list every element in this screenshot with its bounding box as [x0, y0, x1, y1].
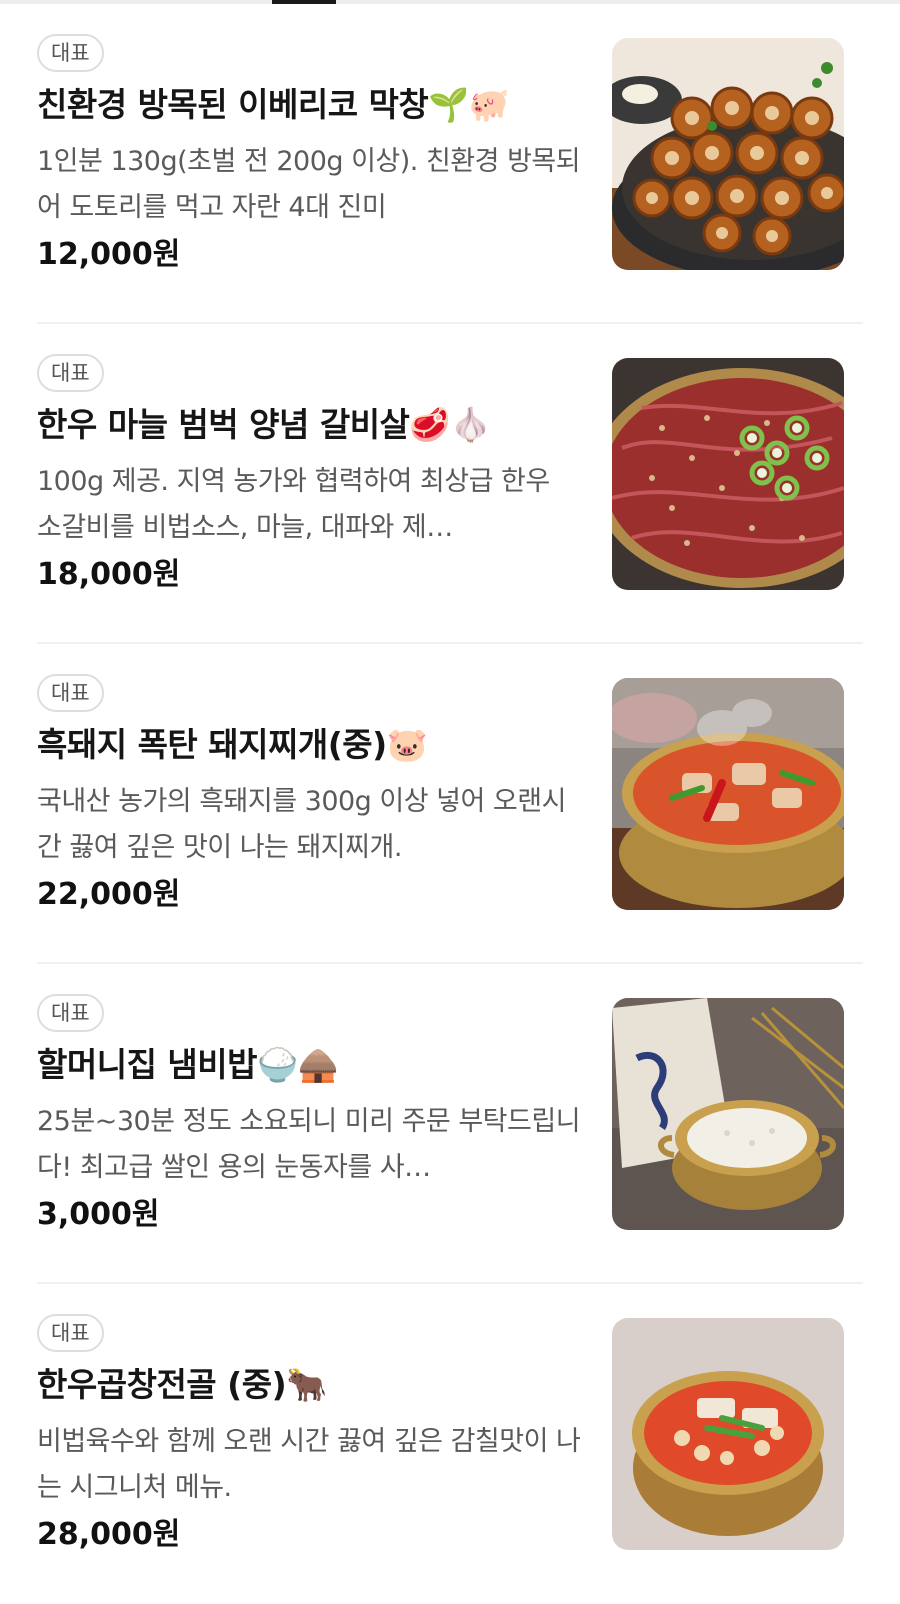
pork-stew-photo[interactable]: [612, 678, 844, 910]
menu-item-name: 할머니집 냄비밥🍚🛖: [37, 1045, 339, 1084]
pot-rice-photo[interactable]: [612, 998, 844, 1230]
menu-item-name: 흑돼지 폭탄 돼지찌개(중)🐷: [37, 725, 428, 764]
menu-item-name: 한우 마늘 범벅 양념 갈비살🥩🧄: [37, 405, 491, 444]
menu-item-name: 친환경 방목된 이베리코 막창🌱🐖: [37, 85, 510, 124]
menu-list: 대표 친환경 방목된 이베리코 막창🌱🐖 1인분 130g(초벌 전 200g …: [0, 4, 900, 1604]
marinated-galbi-photo[interactable]: [612, 358, 844, 590]
menu-item-price: 12,000원: [37, 237, 181, 272]
menu-item-description: 25분~30분 정도 소요되니 미리 주문 부탁드립니다! 최고급 쌀인 용의 …: [37, 1106, 581, 1183]
gopchang-hotpot-photo[interactable]: [612, 1318, 844, 1550]
menu-item-description: 국내산 농가의 흑돼지를 300g 이상 넣어 오랜시간 끓여 깊은 맛이 나는…: [37, 786, 566, 863]
signature-badge: 대표: [37, 34, 104, 72]
menu-item-price: 3,000원: [37, 1197, 160, 1232]
menu-item[interactable]: 대표 흑돼지 폭탄 돼지찌개(중)🐷 국내산 농가의 흑돼지를 300g 이상 …: [0, 644, 900, 964]
menu-item-description: 비법육수와 함께 오랜 시간 끓여 깊은 감칠맛이 나는 시그니처 메뉴.: [37, 1426, 581, 1503]
menu-item[interactable]: 대표 한우곱창전골 (중)🐂 비법육수와 함께 오랜 시간 끓여 깊은 감칠맛이…: [0, 1284, 900, 1604]
menu-item-description: 1인분 130g(초벌 전 200g 이상). 친환경 방목되어 도토리를 먹고…: [37, 146, 581, 223]
menu-item-price: 28,000원: [37, 1517, 181, 1552]
signature-badge: 대표: [37, 354, 104, 392]
menu-item-price: 22,000원: [37, 877, 181, 912]
menu-item-name: 한우곱창전골 (중)🐂: [37, 1365, 327, 1404]
menu-item[interactable]: 대표 친환경 방목된 이베리코 막창🌱🐖 1인분 130g(초벌 전 200g …: [0, 4, 900, 324]
menu-item[interactable]: 대표 한우 마늘 범벅 양념 갈비살🥩🧄 100g 제공. 지역 농가와 협력하…: [0, 324, 900, 644]
signature-badge: 대표: [37, 1314, 104, 1352]
menu-item-price: 18,000원: [37, 557, 181, 592]
menu-item[interactable]: 대표 할머니집 냄비밥🍚🛖 25분~30분 정도 소요되니 미리 주문 부탁드립…: [0, 964, 900, 1284]
signature-badge: 대표: [37, 674, 104, 712]
signature-badge: 대표: [37, 994, 104, 1032]
grilled-makchang-photo[interactable]: [612, 38, 844, 270]
menu-item-description: 100g 제공. 지역 농가와 협력하여 최상급 한우 소갈비를 비법소스, 마…: [37, 466, 550, 543]
